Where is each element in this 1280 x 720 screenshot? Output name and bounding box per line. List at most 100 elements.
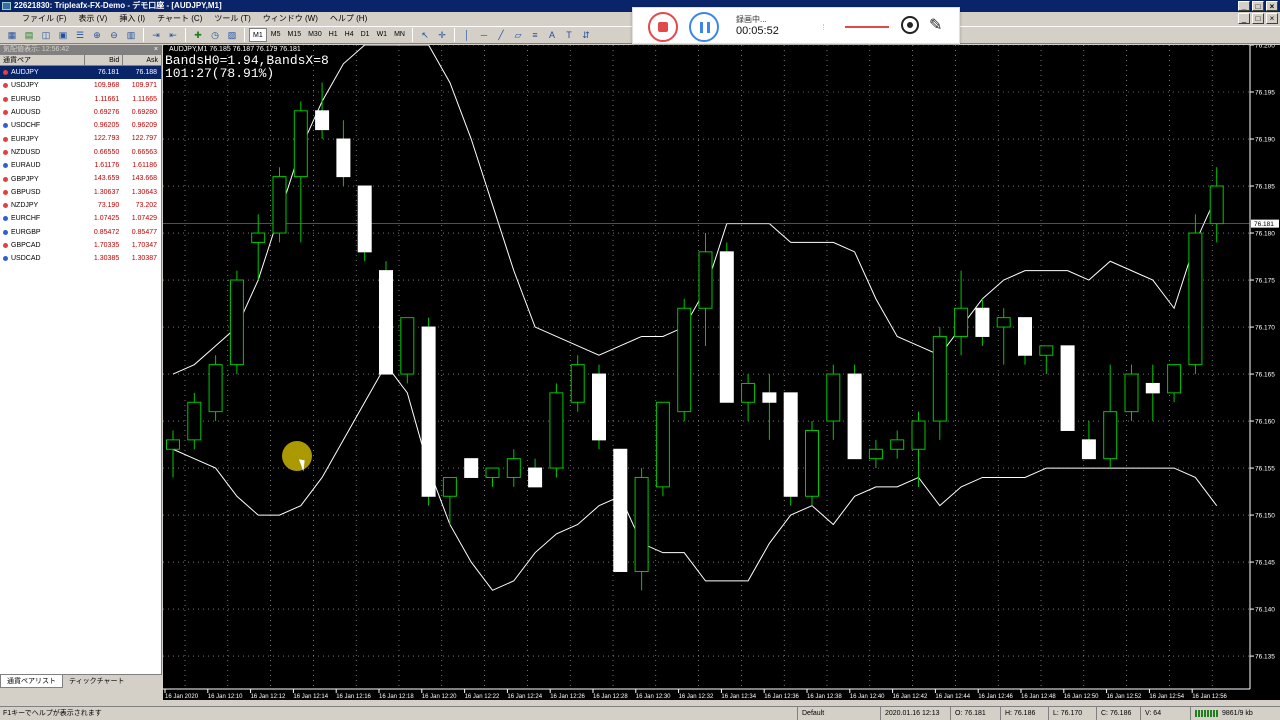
candle-body bbox=[805, 429, 819, 497]
x-tick-label: 16 Jan 12:20 bbox=[422, 694, 457, 700]
timeframe-m5[interactable]: M5 bbox=[268, 28, 284, 42]
chart-restore-button[interactable]: □ bbox=[1252, 13, 1264, 24]
y-tick-label: 76.180 bbox=[1255, 231, 1275, 238]
timeframe-m30[interactable]: M30 bbox=[305, 28, 325, 42]
market-watch-row[interactable]: EURUSD 1.11661 1.11665 bbox=[0, 93, 161, 106]
pen-icon[interactable]: ✎ bbox=[929, 15, 942, 35]
horizontal-line-icon[interactable]: ─ bbox=[476, 28, 492, 43]
symbol-name: EURGBP bbox=[11, 228, 41, 236]
market-watch-close-button[interactable]: × bbox=[154, 45, 158, 55]
stop-recording-button[interactable] bbox=[648, 12, 678, 42]
vertical-line-icon[interactable]: │ bbox=[459, 28, 475, 43]
ask-price: 0.96209 bbox=[131, 122, 158, 130]
market-watch-row[interactable]: GBPUSD 1.30637 1.30643 bbox=[0, 186, 161, 199]
column-symbol[interactable]: 通貨ペア bbox=[0, 55, 86, 65]
timeframe-mn[interactable]: MN bbox=[391, 28, 408, 42]
bollinger-lower-band bbox=[172, 363, 1218, 591]
menu-window[interactable]: ウィンドウ (W) bbox=[257, 12, 324, 26]
y-tick-label: 76.165 bbox=[1255, 372, 1275, 379]
bid-price: 1.70335 bbox=[93, 241, 120, 249]
candlestick-chart[interactable]: 76.200 76.195 76.190 76.185 76.180 76.175 76.1… bbox=[163, 45, 1280, 700]
y-tick-label: 76.145 bbox=[1255, 560, 1275, 567]
tile-windows-icon[interactable]: ▥ bbox=[123, 28, 139, 43]
window-controls: _ □ × bbox=[1238, 1, 1278, 11]
close-button[interactable]: × bbox=[1266, 1, 1278, 11]
market-watch-row[interactable]: EURGBP 0.85472 0.85477 bbox=[0, 226, 161, 239]
menu-file[interactable]: ファイル (F) bbox=[16, 12, 72, 26]
templates-icon[interactable]: ▨ bbox=[224, 28, 240, 43]
minimize-button[interactable]: _ bbox=[1238, 1, 1250, 11]
pause-recording-button[interactable] bbox=[689, 12, 719, 42]
y-tick-label: 76.170 bbox=[1255, 325, 1275, 332]
tab-symbols[interactable]: 通貨ペアリスト bbox=[0, 675, 63, 688]
window-title: 22621830: Tripleafx-FX-Demo - デモ口座 - [AU… bbox=[14, 1, 222, 10]
chart-window[interactable]: 76.200 76.195 76.190 76.185 76.180 76.175 76.1… bbox=[163, 45, 1280, 700]
column-bid[interactable]: Bid bbox=[85, 55, 124, 65]
menu-chart[interactable]: チャート (C) bbox=[151, 12, 208, 26]
auto-scroll-icon[interactable]: ⇥ bbox=[148, 28, 164, 43]
timeframe-m1[interactable]: M1 bbox=[249, 28, 267, 42]
data-window-icon[interactable]: ▣ bbox=[55, 28, 71, 43]
market-watch-row[interactable]: AUDJPY 76.181 76.188 bbox=[0, 66, 161, 80]
symbol-cell: EURJPY bbox=[0, 132, 85, 145]
market-watch-row[interactable]: EURAUD 1.61176 1.61186 bbox=[0, 159, 161, 172]
status-traffic[interactable]: 9861/9 kb bbox=[1190, 707, 1253, 720]
arrows-icon[interactable]: ⇵ bbox=[578, 28, 594, 43]
timeframe-m15[interactable]: M15 bbox=[284, 28, 304, 42]
chart-close-button[interactable]: × bbox=[1266, 13, 1278, 24]
timeframe-w1[interactable]: W1 bbox=[374, 28, 391, 42]
channel-icon[interactable]: ▱ bbox=[510, 28, 526, 43]
chart-shift-icon[interactable]: ⇤ bbox=[165, 28, 181, 43]
tab-tick-chart[interactable]: ティックチャート bbox=[63, 675, 131, 688]
zoom-in-icon[interactable]: ⊕ bbox=[89, 28, 105, 43]
profiles-icon[interactable]: ▤ bbox=[21, 28, 37, 43]
market-watch-row[interactable]: AUDUSD 0.69276 0.69280 bbox=[0, 106, 161, 119]
candle-body bbox=[464, 458, 479, 478]
label-icon[interactable]: T bbox=[561, 28, 577, 43]
menu-insert[interactable]: 挿入 (I) bbox=[113, 12, 151, 26]
market-watch-row[interactable]: USDCAD 1.30385 1.30387 bbox=[0, 252, 161, 265]
status-profile[interactable]: Default bbox=[797, 707, 824, 720]
navigator-icon[interactable]: ☰ bbox=[72, 28, 88, 43]
zoom-out-icon[interactable]: ⊖ bbox=[106, 28, 122, 43]
candle-body bbox=[868, 448, 883, 460]
chart-minimize-button[interactable]: _ bbox=[1238, 13, 1250, 24]
fibonacci-icon[interactable]: ≡ bbox=[527, 28, 543, 43]
timeframe-h4[interactable]: H4 bbox=[342, 28, 357, 42]
bid-price: 0.85472 bbox=[93, 228, 120, 236]
market-watch-row[interactable]: NZDJPY 73.190 73.202 bbox=[0, 199, 161, 212]
market-watch-row[interactable]: NZDUSD 0.66550 0.66563 bbox=[0, 146, 161, 159]
text-icon[interactable]: A bbox=[544, 28, 560, 43]
bollinger-upper-band bbox=[172, 45, 1218, 375]
maximize-button[interactable]: □ bbox=[1252, 1, 1264, 11]
menu-help[interactable]: ヘルプ (H) bbox=[324, 12, 373, 26]
menu-tools[interactable]: ツール (T) bbox=[208, 12, 256, 26]
cursor-icon[interactable]: ↖ bbox=[417, 28, 433, 43]
price-direction-icon bbox=[3, 256, 8, 262]
trendline-icon[interactable]: ╱ bbox=[493, 28, 509, 43]
periods-icon[interactable]: ◷ bbox=[207, 28, 223, 43]
new-chart-icon[interactable]: ▦ bbox=[4, 28, 20, 43]
x-tick-label: 16 Jan 12:44 bbox=[935, 694, 970, 700]
timeframe-h1[interactable]: H1 bbox=[326, 28, 341, 42]
bid-price: 0.69276 bbox=[93, 108, 120, 116]
market-watch-row[interactable]: EURJPY 122.793 122.797 bbox=[0, 132, 161, 145]
candle-body bbox=[570, 364, 585, 403]
market-watch-row[interactable]: USDCHF 0.96205 0.96209 bbox=[0, 119, 161, 132]
market-watch-row[interactable]: USDJPY 109.968 109.971 bbox=[0, 79, 161, 92]
market-watch-row[interactable]: GBPJPY 143.659 143.668 bbox=[0, 172, 161, 185]
market-watch-row[interactable]: GBPCAD 1.70335 1.70347 bbox=[0, 239, 161, 252]
new-order-icon[interactable]: ✚ bbox=[190, 28, 206, 43]
market-watch-row[interactable]: EURCHF 1.07425 1.07429 bbox=[0, 212, 161, 225]
price-direction-icon bbox=[3, 243, 8, 248]
market-watch-icon[interactable]: ◫ bbox=[38, 28, 54, 43]
symbol-name: USDCHF bbox=[11, 122, 41, 130]
status-help: F1キーでヘルプが表示されます bbox=[3, 710, 102, 717]
column-ask[interactable]: Ask bbox=[123, 55, 161, 65]
y-tick-label: 76.200 bbox=[1255, 45, 1275, 50]
webcam-icon[interactable] bbox=[901, 16, 919, 34]
crosshair-icon[interactable]: ✛ bbox=[434, 28, 450, 43]
menu-view[interactable]: 表示 (V) bbox=[72, 12, 113, 26]
symbol-cell: NZDUSD bbox=[0, 146, 85, 159]
timeframe-d1[interactable]: D1 bbox=[358, 28, 373, 42]
